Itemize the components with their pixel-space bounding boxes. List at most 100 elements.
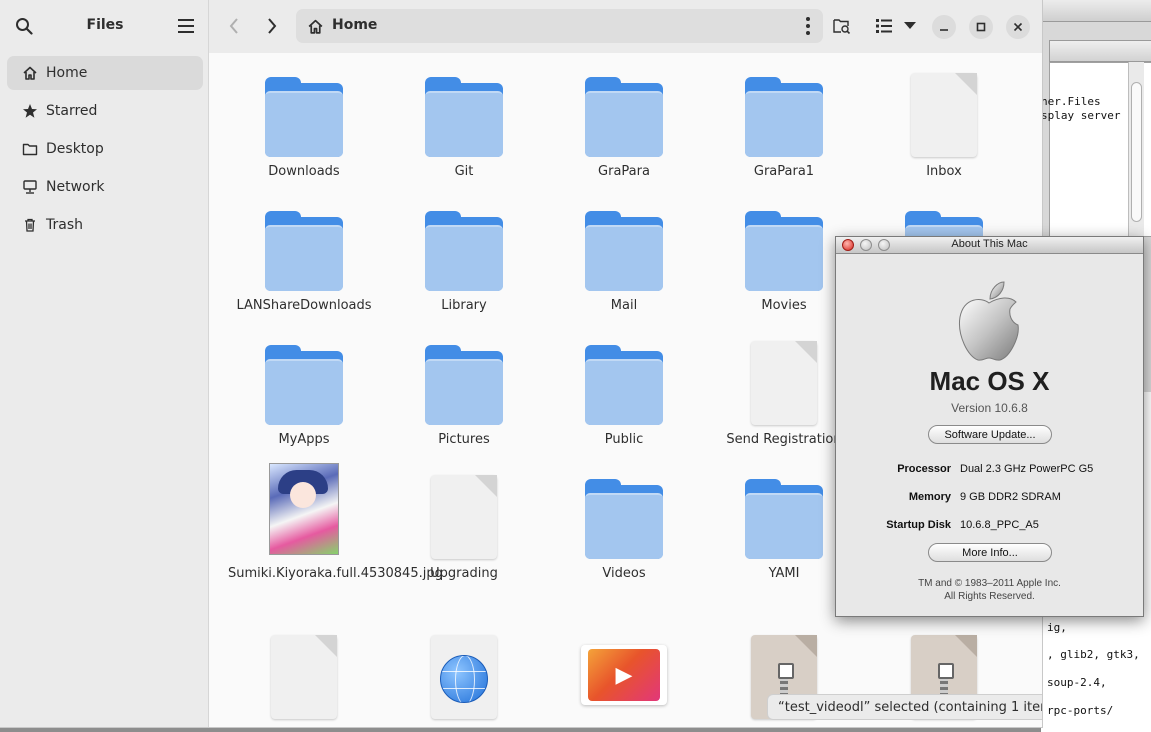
file-item-library[interactable]: Library	[384, 199, 544, 313]
file-label: Sumiki.Kiyoraka.full.4530845.jpg	[228, 566, 443, 581]
main-menu-button[interactable]	[170, 10, 202, 42]
sidebar-item-label: Starred	[46, 103, 98, 119]
folder-icon	[745, 211, 823, 291]
minimize-button[interactable]	[860, 239, 872, 251]
sidebar-item-label: Trash	[46, 217, 83, 233]
folder-icon	[585, 77, 663, 157]
more-info-button[interactable]: More Info...	[928, 543, 1052, 562]
path-current-location[interactable]: Home	[332, 17, 377, 33]
header-bar: Home	[209, 0, 1042, 53]
folder-icon	[265, 211, 343, 291]
folder-icon	[585, 345, 663, 425]
file-item-sumiki-image[interactable]: Sumiki.Kiyoraka.full.4530845.jpg	[224, 463, 443, 581]
file-item-grapara1[interactable]: GraPara1	[704, 65, 864, 179]
folder-icon	[585, 479, 663, 559]
path-options-button[interactable]	[801, 14, 815, 38]
forward-button[interactable]	[257, 11, 287, 41]
maximize-icon	[976, 22, 986, 32]
star-icon	[21, 102, 39, 120]
terminal-line: soup-2.4,	[1047, 676, 1107, 689]
file-item-mail[interactable]: Mail	[544, 199, 704, 313]
document-icon	[751, 341, 817, 425]
file-item-grapara[interactable]: GraPara	[544, 65, 704, 179]
video-icon: ▶	[581, 645, 667, 705]
document-icon	[911, 73, 977, 157]
sidebar-item-label: Home	[46, 65, 88, 81]
startup-disk-value: 10.6.8_PPC_A5	[960, 519, 1039, 531]
file-item-videos[interactable]: Videos	[544, 467, 704, 581]
terminal-line: rpc-ports/	[1047, 704, 1114, 717]
about-this-mac-dialog: About This Mac Mac OS X Version 10.6.8 S…	[835, 236, 1144, 617]
sidebar-header: Files	[0, 0, 209, 53]
folder-icon	[265, 77, 343, 157]
hamburger-menu-icon	[178, 19, 194, 33]
file-item-upgrading[interactable]: Upgrading	[384, 467, 544, 581]
memory-value: 9 GB DDR2 SDRAM	[960, 491, 1061, 503]
terminal-line: splay server	[1041, 109, 1121, 122]
file-label: Mail	[610, 298, 638, 313]
file-item-myapps[interactable]: MyApps	[224, 333, 384, 447]
terminal-scrollbar[interactable]	[1128, 62, 1144, 237]
selection-status-bar: “test_videodl” selected (containing 1 it…	[767, 694, 1042, 720]
document-icon	[431, 475, 497, 559]
file-item-downloads[interactable]: Downloads	[224, 65, 384, 179]
chevron-right-icon	[268, 18, 277, 34]
terminal-tab-bar[interactable]	[1049, 40, 1151, 62]
search-location-button[interactable]	[827, 11, 857, 41]
file-item-public[interactable]: Public	[544, 333, 704, 447]
search-icon	[16, 18, 33, 35]
sidebar-item-label: Desktop	[46, 141, 104, 157]
file-label: LANShareDownloads	[236, 298, 372, 313]
terminal-line: ig,	[1047, 621, 1067, 634]
path-bar[interactable]: Home	[296, 9, 823, 43]
sidebar-item-trash[interactable]: Trash	[7, 208, 203, 242]
file-label: Upgrading	[430, 566, 498, 581]
sidebar-item-home[interactable]: Home	[7, 56, 203, 90]
file-item-web-document[interactable]	[384, 627, 544, 719]
sidebar-item-starred[interactable]: Starred	[7, 94, 203, 128]
minimize-button[interactable]	[932, 15, 956, 39]
document-icon	[271, 635, 337, 719]
back-button[interactable]	[219, 11, 249, 41]
search-button[interactable]	[8, 10, 40, 42]
file-label: Downloads	[268, 164, 340, 179]
terminal-title-bar[interactable]	[1041, 0, 1151, 22]
folder-icon	[585, 211, 663, 291]
folder-icon	[21, 140, 39, 158]
list-view-icon	[876, 19, 892, 33]
view-options-dropdown[interactable]	[899, 11, 921, 41]
app-title: Files	[86, 17, 124, 33]
folder-icon	[745, 77, 823, 157]
folder-icon	[425, 211, 503, 291]
file-item-video[interactable]: ▶	[544, 627, 704, 719]
scrollbar-thumb[interactable]	[1131, 82, 1142, 222]
startup-disk-label: Startup Disk	[886, 519, 951, 531]
file-item-inbox[interactable]: Inbox	[864, 65, 1024, 179]
globe-icon	[431, 635, 497, 719]
view-toggle-button[interactable]	[869, 11, 899, 41]
chevron-down-icon	[904, 22, 916, 29]
processor-value: Dual 2.3 GHz PowerPC G5	[960, 463, 1094, 475]
zoom-button[interactable]	[878, 239, 890, 251]
file-item-git[interactable]: Git	[384, 65, 544, 179]
copyright-line: TM and © 1983–2011 Apple Inc.	[918, 578, 1061, 589]
file-item-pictures[interactable]: Pictures	[384, 333, 544, 447]
folder-icon	[425, 77, 503, 157]
file-item-document[interactable]	[224, 627, 384, 719]
software-update-button[interactable]: Software Update...	[928, 425, 1052, 444]
file-label: Videos	[602, 566, 646, 581]
close-icon	[1013, 22, 1023, 32]
dialog-title: About This Mac	[951, 238, 1028, 250]
folder-icon	[265, 345, 343, 425]
copyright-text: TM and © 1983–2011 Apple Inc. All Rights…	[836, 577, 1143, 603]
close-button[interactable]	[1006, 15, 1030, 39]
sidebar-item-desktop[interactable]: Desktop	[7, 132, 203, 166]
maximize-button[interactable]	[969, 15, 993, 39]
file-item-lansharedownloads[interactable]: LANShareDownloads	[224, 199, 384, 313]
sidebar-item-network[interactable]: Network	[7, 170, 203, 204]
dialog-title-bar[interactable]: About This Mac	[836, 237, 1143, 254]
close-button[interactable]	[842, 239, 854, 251]
processor-label: Processor	[897, 463, 951, 475]
network-icon	[21, 178, 39, 196]
file-label: GraPara1	[753, 164, 815, 179]
